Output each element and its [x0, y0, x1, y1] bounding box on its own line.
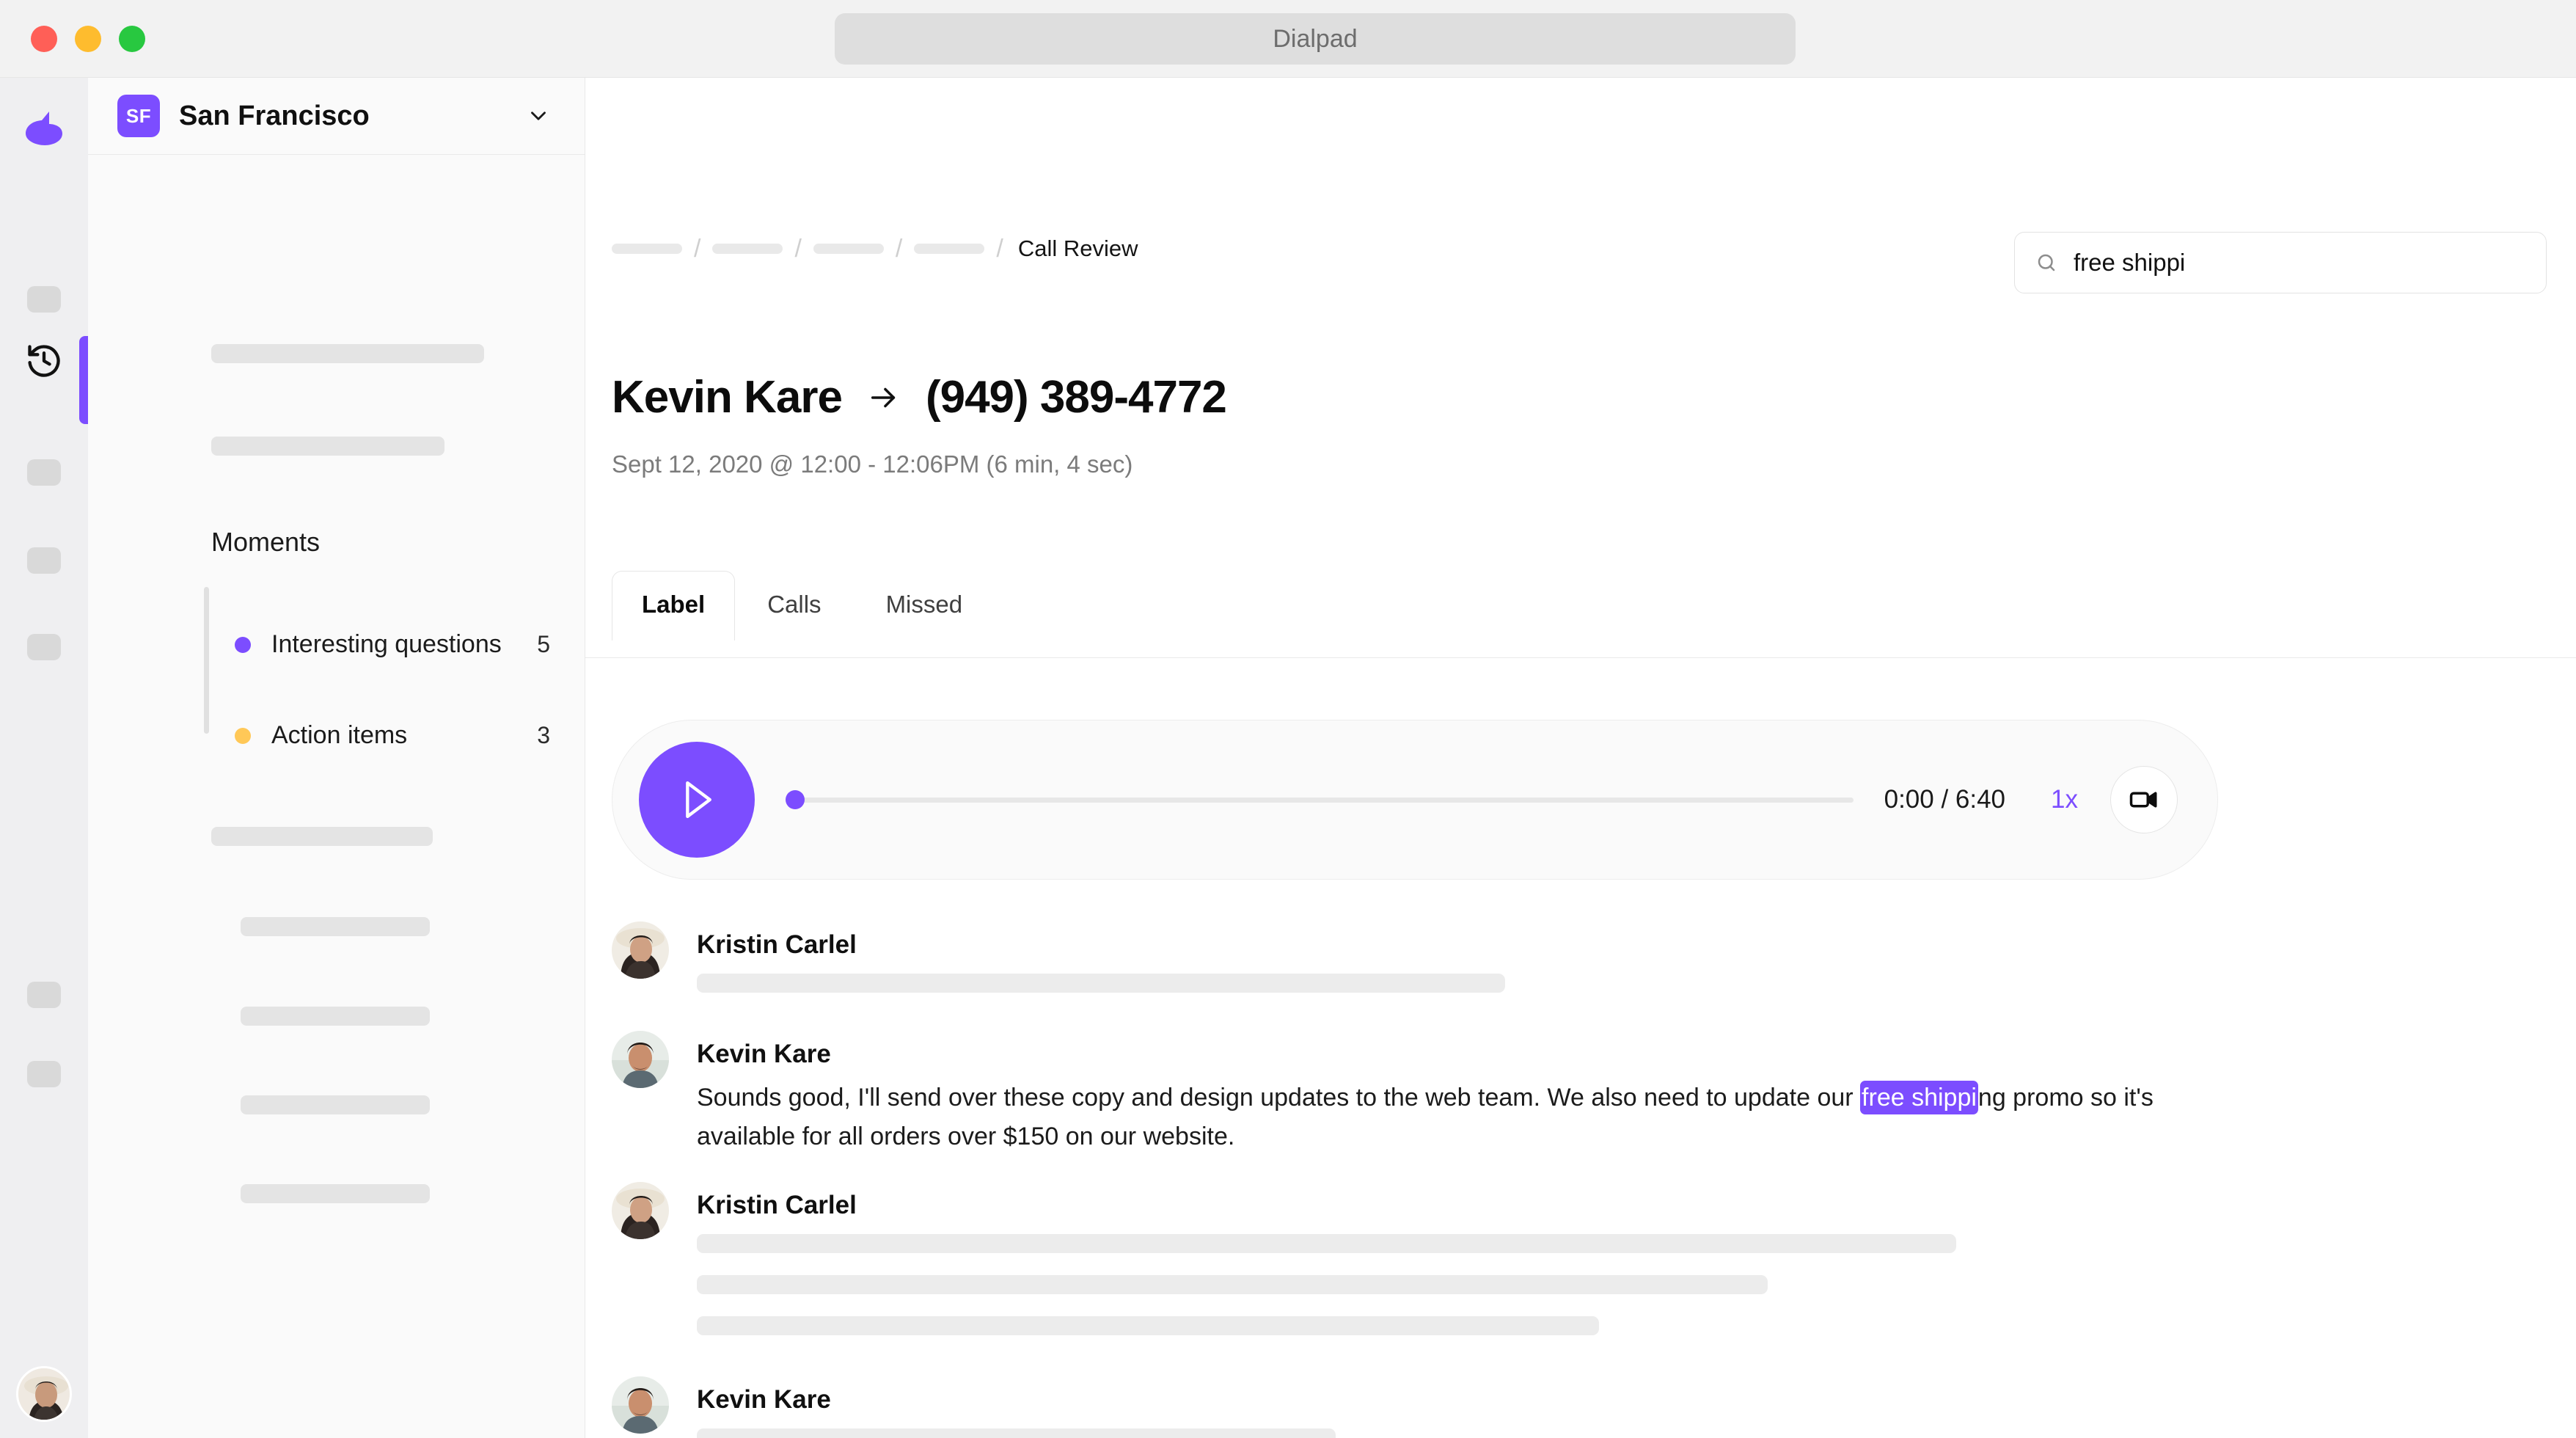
transcript-placeholder-line — [697, 1234, 1956, 1254]
breadcrumb-separator: / — [794, 235, 802, 263]
rail-placeholder-4[interactable] — [27, 634, 61, 660]
title-bar: Dialpad — [0, 0, 2576, 78]
search-match-highlight: free shippi — [1860, 1081, 1978, 1114]
moment-count: 5 — [537, 631, 550, 657]
workspace-selector[interactable]: SF San Francisco — [88, 78, 585, 155]
rail-placeholder-2[interactable] — [27, 459, 61, 486]
main-content: / / / / Call Review free shippi Kevin Ka… — [585, 78, 2576, 1438]
kevin-avatar — [612, 1376, 669, 1434]
breadcrumb-separator: / — [996, 235, 1003, 263]
minimize-window-button[interactable] — [75, 25, 101, 52]
app-window: Dialpad SF San Francisco Moments Interes… — [0, 0, 2576, 1438]
rail-active-indicator — [79, 336, 88, 424]
kristin-avatar — [612, 1182, 669, 1240]
breadcrumb-separator: / — [694, 235, 701, 263]
time-display: 0:00 / 6:40 — [1884, 785, 2006, 814]
transcript-entry[interactable]: Kristin Carlel — [612, 1182, 2576, 1336]
workspace-badge: SF — [117, 95, 160, 137]
close-window-button[interactable] — [31, 25, 57, 52]
transcript-placeholder-line — [697, 1275, 1768, 1295]
chevron-down-icon — [526, 103, 551, 128]
audio-player: 0:00 / 6:40 1x — [612, 720, 2218, 880]
rail-placeholder-6[interactable] — [27, 1061, 61, 1087]
sidebar-placeholder-6 — [241, 1095, 430, 1114]
tab-label[interactable]: Label — [612, 571, 736, 640]
tab-divider — [585, 657, 2576, 658]
window-title-pill: Dialpad — [835, 13, 1796, 65]
call-header: Kevin Kare (949) 389-4772 — [612, 371, 1227, 423]
transcript-placeholder-line — [697, 974, 1505, 993]
icon-rail — [0, 78, 88, 1438]
breadcrumb-placeholder-1[interactable] — [612, 244, 682, 254]
window-title: Dialpad — [1273, 24, 1358, 53]
moment-dot-purple — [235, 636, 251, 653]
transcript-entry[interactable]: Kristin Carlel — [612, 921, 2576, 993]
sidebar-placeholder-3 — [211, 827, 433, 846]
search-box[interactable]: free shippi — [2014, 232, 2547, 293]
call-to: (949) 389-4772 — [925, 372, 1227, 423]
breadcrumb-placeholder-2[interactable] — [712, 244, 783, 254]
moment-label: Action items — [271, 721, 408, 749]
video-toggle-button[interactable] — [2110, 766, 2178, 833]
sidebar-placeholder-4 — [241, 917, 430, 936]
transcript-text: Sounds good, I'll send over these copy a… — [697, 1078, 2193, 1156]
sidebar-placeholder-2 — [211, 437, 444, 456]
playback-speed-button[interactable]: 1x — [2051, 785, 2078, 814]
scrubber-handle[interactable] — [786, 790, 805, 809]
tab-calls[interactable]: Calls — [735, 572, 853, 640]
app-body: SF San Francisco Moments Interesting que… — [0, 78, 2576, 1438]
moments-rail — [204, 587, 209, 734]
moment-dot-yellow — [235, 727, 251, 744]
breadcrumb-current: Call Review — [1017, 236, 1138, 261]
rail-placeholder-5[interactable] — [27, 982, 61, 1008]
transcript-speaker: Kristin Carlel — [697, 930, 857, 959]
moment-count: 3 — [537, 722, 550, 748]
transcript-list: Kristin Carlel Kevin Kare Sounds good, I… — [585, 921, 2576, 1438]
rail-placeholder-1[interactable] — [27, 286, 61, 313]
transcript-entry[interactable]: Kevin Kare Sounds good, I'll send over t… — [612, 1031, 2576, 1156]
tab-bar: Label Calls Missed — [612, 571, 995, 640]
workspace-name: San Francisco — [179, 100, 370, 131]
video-camera-icon — [2129, 784, 2159, 815]
breadcrumb-placeholder-3[interactable] — [813, 244, 884, 254]
traffic-lights — [31, 25, 145, 52]
call-subtitle: Sept 12, 2020 @ 12:00 - 12:06PM (6 min, … — [612, 450, 1133, 478]
search-icon — [2035, 252, 2057, 274]
transcript-entry[interactable]: Kevin Kare — [612, 1376, 2576, 1438]
rail-placeholder-3[interactable] — [27, 547, 61, 574]
transcript-text-before: Sounds good, I'll send over these copy a… — [697, 1084, 1861, 1112]
tab-missed[interactable]: Missed — [854, 572, 995, 640]
moment-label: Interesting questions — [271, 630, 502, 658]
play-icon — [686, 781, 711, 819]
moment-item-action-items[interactable]: Action items 3 — [235, 721, 550, 750]
breadcrumb-separator: / — [895, 235, 903, 263]
kevin-avatar — [612, 1031, 669, 1088]
transcript-placeholder-line — [697, 1428, 1336, 1438]
sidebar: SF San Francisco Moments Interesting que… — [88, 78, 585, 1438]
transcript-speaker: Kristin Carlel — [697, 1191, 857, 1220]
scrubber-track — [786, 797, 1854, 803]
breadcrumb-placeholder-4[interactable] — [914, 244, 985, 254]
maximize-window-button[interactable] — [119, 25, 145, 52]
play-button[interactable] — [639, 742, 755, 858]
transcript-speaker: Kevin Kare — [697, 1385, 831, 1415]
sidebar-placeholder-5 — [241, 1007, 430, 1026]
dialpad-logo — [21, 109, 67, 150]
transcript-speaker: Kevin Kare — [697, 1040, 831, 1068]
moment-item-interesting-questions[interactable]: Interesting questions 5 — [235, 630, 550, 659]
call-from: Kevin Kare — [612, 372, 843, 423]
history-icon — [25, 342, 63, 380]
moments-section-title: Moments — [211, 527, 321, 557]
transcript-placeholder-line — [697, 1316, 1599, 1336]
user-avatar[interactable] — [16, 1366, 72, 1422]
sidebar-placeholder-1 — [211, 344, 484, 363]
search-input[interactable]: free shippi — [2074, 249, 2185, 277]
kristin-avatar — [612, 921, 669, 979]
rail-item-history[interactable] — [18, 335, 70, 387]
breadcrumb: / / / / Call Review — [612, 236, 1138, 262]
sidebar-placeholder-7 — [241, 1184, 430, 1203]
arrow-right-icon — [867, 381, 901, 415]
scrubber[interactable] — [786, 785, 1854, 814]
